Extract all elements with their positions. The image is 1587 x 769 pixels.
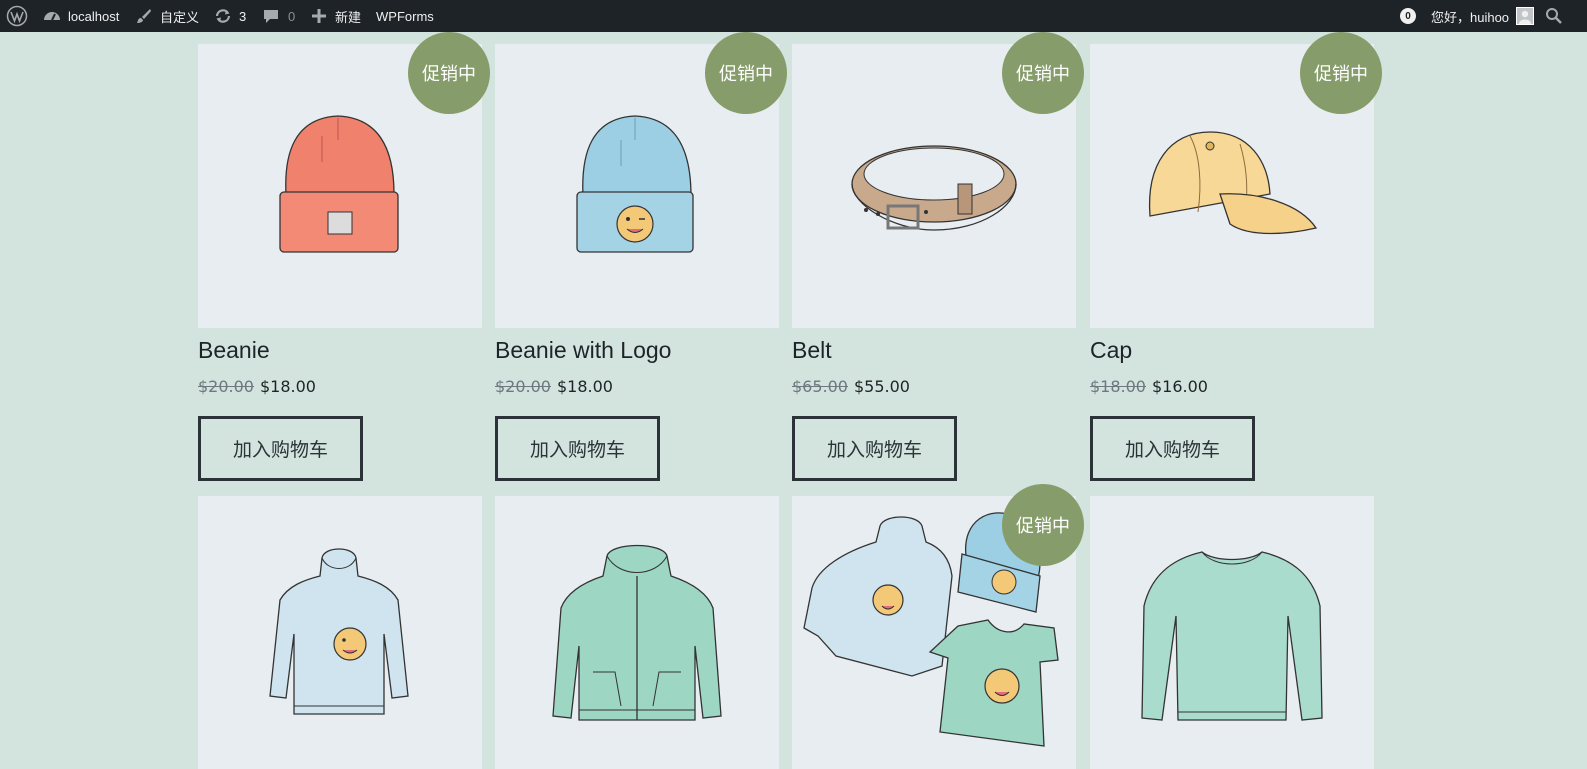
customize-link[interactable]: 自定义 [135, 0, 199, 32]
dashboard-icon [44, 12, 60, 21]
product-title[interactable]: Beanie with Logo [495, 337, 671, 364]
sale-badge: 促销中 [1002, 32, 1084, 114]
new-content-link[interactable]: 新建 [311, 0, 361, 32]
green-long-sleeve-image [1141, 551, 1323, 721]
add-to-cart-button[interactable]: 加入购物车 [792, 416, 957, 481]
product-price: $65.00 $55.00 [792, 377, 910, 396]
site-name-link[interactable]: localhost [42, 0, 119, 32]
updates-link[interactable]: 3 [214, 0, 246, 32]
add-to-cart-button[interactable]: 加入购物车 [495, 416, 660, 481]
original-price: $20.00 [198, 377, 254, 396]
wordpress-logo-icon[interactable] [6, 0, 28, 32]
sale-price: $18.00 [556, 377, 613, 396]
sale-badge: 促销中 [705, 32, 787, 114]
avatar [1516, 7, 1535, 25]
site-name: localhost [68, 8, 120, 24]
updates-count: 3 [239, 8, 247, 24]
product-price: $18.00 $16.00 [1090, 377, 1208, 396]
sale-price: $55.00 [853, 377, 910, 396]
sale-price: $16.00 [1151, 377, 1208, 396]
updates-icon [215, 9, 231, 23]
light-blue-hoodie-image [269, 548, 409, 715]
comment-icon [264, 10, 278, 23]
sale-badge: 促销中 [1002, 484, 1084, 566]
original-price: $20.00 [495, 377, 551, 396]
comments-link[interactable]: 0 [262, 0, 295, 32]
wpforms-link[interactable]: WPForms [376, 0, 434, 32]
sale-badge: 促销中 [408, 32, 490, 114]
wpforms-label: WPForms [376, 8, 434, 24]
product-image[interactable] [495, 496, 779, 769]
brush-icon [137, 9, 151, 23]
notification-badge: 0 [1400, 8, 1416, 24]
product-title[interactable]: Cap [1090, 337, 1132, 364]
comments-count: 0 [288, 8, 296, 24]
plus-icon [312, 9, 326, 23]
product-image[interactable] [198, 496, 482, 769]
customize-label: 自定义 [160, 9, 200, 25]
product-price: $20.00 $18.00 [495, 377, 613, 396]
product-image[interactable] [1090, 496, 1374, 769]
new-label: 新建 [335, 9, 362, 25]
add-to-cart-button[interactable]: 加入购物车 [1090, 416, 1255, 481]
green-zip-hoodie-image [552, 544, 722, 721]
notification-counter[interactable]: 0 [1400, 0, 1416, 32]
sale-badge: 促销中 [1300, 32, 1382, 114]
original-price: $65.00 [792, 377, 848, 396]
user-greeting: 您好，huihoo [1431, 9, 1510, 25]
product-title[interactable]: Belt [792, 337, 832, 364]
user-account-menu[interactable]: 您好，huihoo [1431, 0, 1535, 32]
search-icon[interactable] [1545, 0, 1563, 32]
product-price: $20.00 $18.00 [198, 377, 316, 396]
sale-price: $18.00 [259, 377, 316, 396]
admin-bar: localhost 自定义 3 0 新建 WPForms 0 您好，huihoo [0, 0, 1587, 32]
original-price: $18.00 [1090, 377, 1146, 396]
add-to-cart-button[interactable]: 加入购物车 [198, 416, 363, 481]
product-title[interactable]: Beanie [198, 337, 270, 364]
